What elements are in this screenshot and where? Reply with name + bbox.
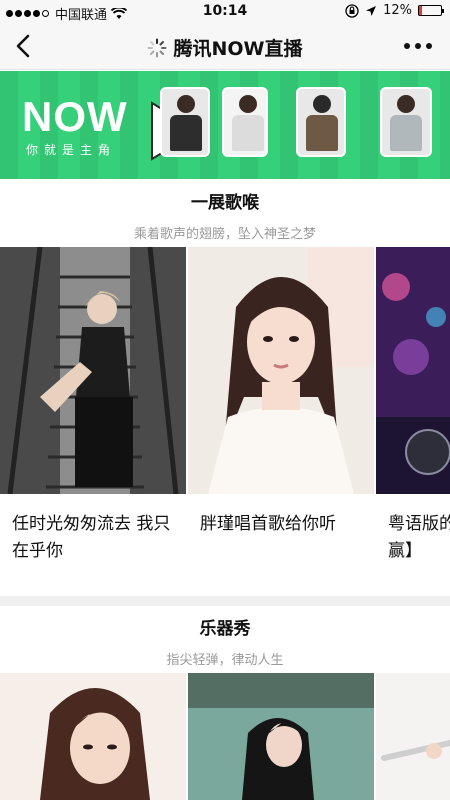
loading-spinner-icon <box>147 38 167 58</box>
section-title: 乐器秀 <box>199 619 251 639</box>
now-banner[interactable]: NOW 你就是主角 <box>0 71 450 179</box>
live-card-title[interactable]: 任时光匆匆流去 我只在乎你 <box>12 511 182 565</box>
flute-player-photo <box>376 673 450 800</box>
battery-percent: 12% <box>383 3 412 18</box>
banner-logo: NOW <box>22 93 128 140</box>
banner-performer-photo <box>222 87 268 157</box>
section-subtitle: 乘着歌声的翅膀，坠入神圣之梦 <box>133 227 316 242</box>
live-thumbnail[interactable] <box>188 247 374 494</box>
section-header: 一展歌喉 乘着歌声的翅膀，坠入神圣之梦 <box>0 188 450 242</box>
live-card-title[interactable]: 粤语版的赢】 <box>388 511 450 565</box>
banner-performer-photo <box>160 87 210 157</box>
banner-slogan: 你就是主角 <box>26 143 117 157</box>
live-thumbnail[interactable] <box>376 673 450 800</box>
singer-on-stairs-photo <box>0 247 186 494</box>
banner-performer-photo <box>380 87 432 157</box>
status-right: 12% <box>345 3 444 18</box>
live-thumbnail[interactable] <box>188 673 374 800</box>
nav-bar: 腾讯NOW直播 <box>0 22 450 70</box>
section-subtitle: 指尖轻弹，律动人生 <box>166 653 284 668</box>
rotation-lock-icon <box>345 3 359 18</box>
battery-fill <box>419 6 422 15</box>
live-thumbnail[interactable] <box>376 247 450 494</box>
location-arrow-icon <box>366 5 377 16</box>
section-header: 乐器秀 指尖轻弹，律动人生 <box>0 614 450 668</box>
live-thumbnail[interactable] <box>0 673 186 800</box>
live-thumbnail[interactable] <box>0 247 186 494</box>
banner-performer-photo <box>296 87 346 157</box>
more-dots-icon[interactable] <box>404 43 432 49</box>
status-bar: 中国联通 10:14 12% <box>0 0 450 23</box>
performer-lake-photo <box>188 673 374 800</box>
section-title: 一展歌喉 <box>191 193 259 213</box>
performer-portrait-photo <box>0 673 186 800</box>
singer-portrait-photo <box>188 247 374 494</box>
section-divider <box>0 596 450 606</box>
live-card-title[interactable]: 胖瑾唱首歌给你听 <box>200 511 370 538</box>
page-title: 腾讯NOW直播 <box>173 38 303 60</box>
page-title-wrap: 腾讯NOW直播 <box>0 34 450 61</box>
battery-icon <box>418 5 444 16</box>
dj-party-photo <box>376 247 450 494</box>
